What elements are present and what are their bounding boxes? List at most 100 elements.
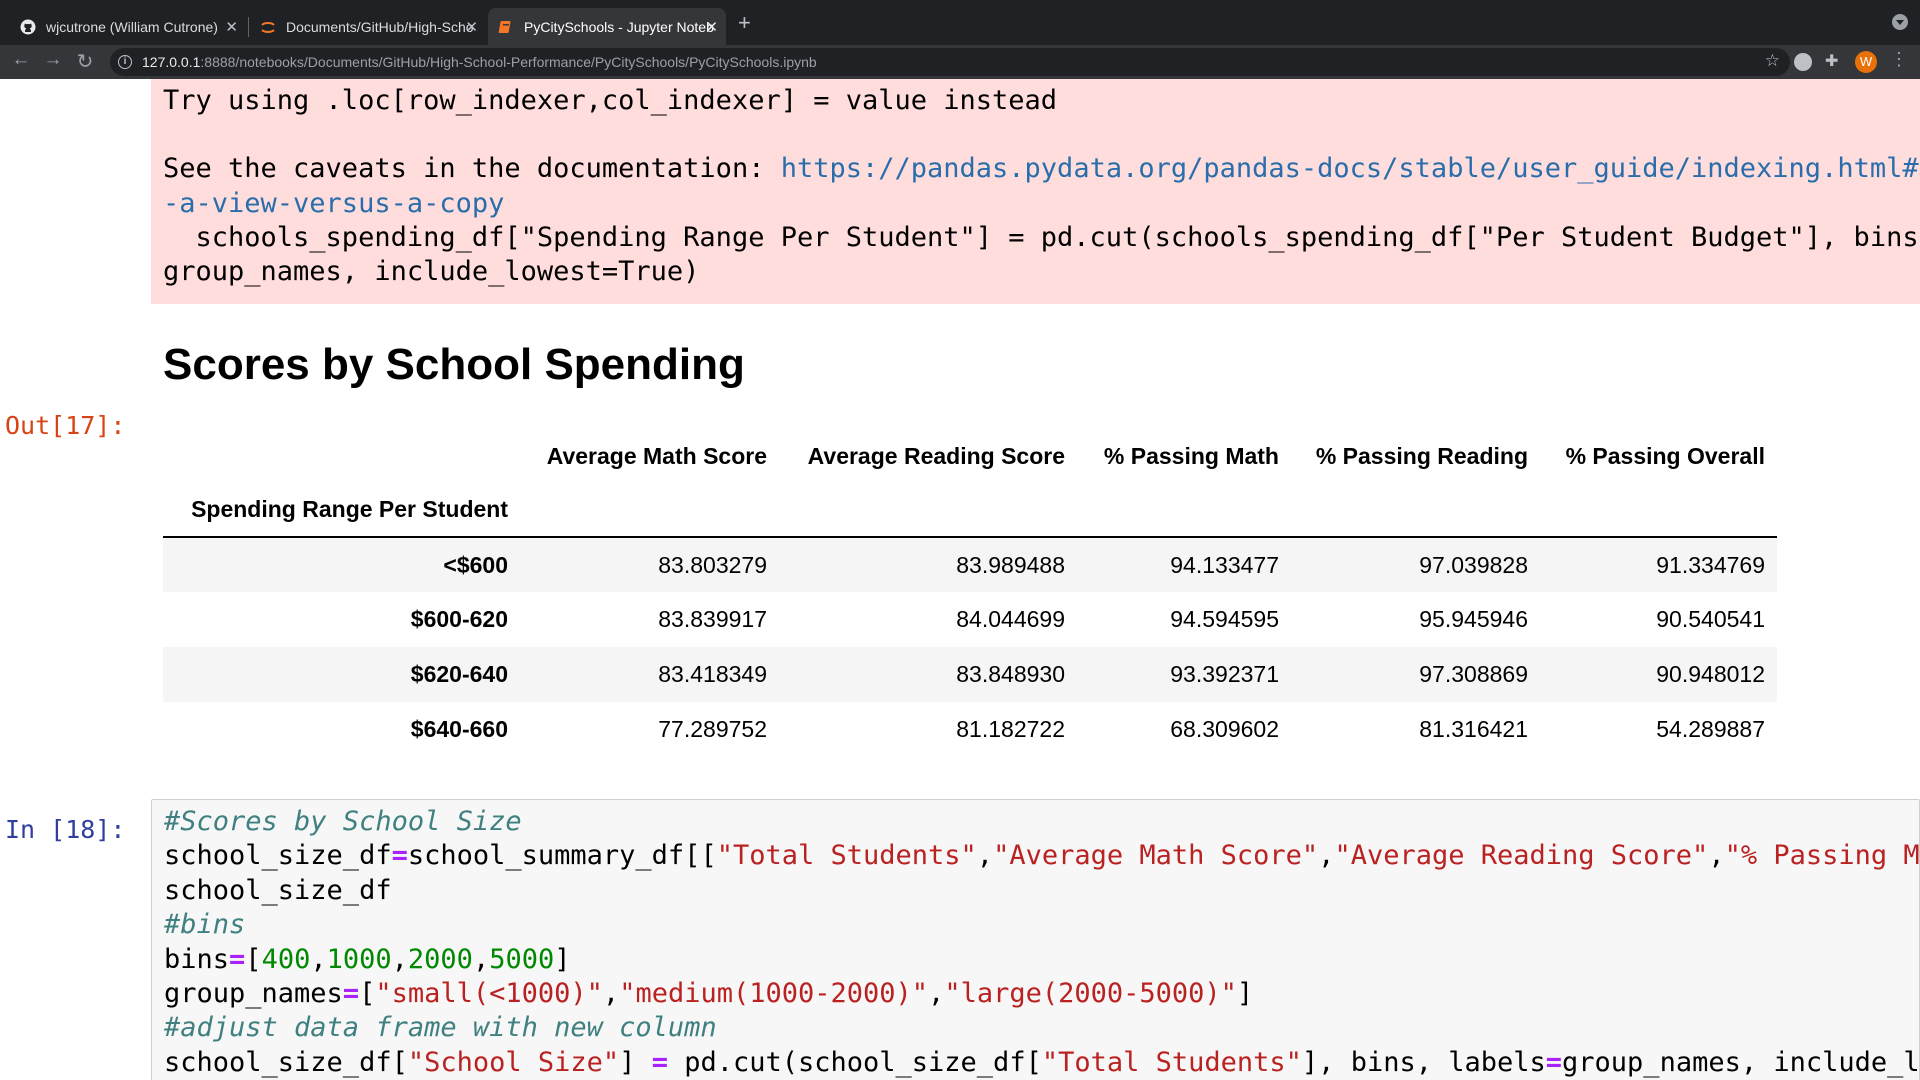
profile-avatar[interactable]: W <box>1855 51 1877 73</box>
forward-icon[interactable]: → <box>40 49 66 71</box>
jupyter-icon <box>261 21 275 33</box>
warning-output: Try using .loc[row_indexer,col_indexer] … <box>151 79 1920 304</box>
code-token: 400 <box>261 943 311 975</box>
row-index: $640-660 <box>410 716 508 742</box>
code-token: , <box>310 943 327 975</box>
reload-icon[interactable]: ↻ <box>72 49 98 74</box>
notebook-area: Try using .loc[row_indexer,col_indexer] … <box>0 79 1920 1080</box>
warning-code-line: group_names, include_lowest=True) <box>163 256 700 287</box>
table-cell: 97.308869 <box>1419 661 1528 687</box>
index-name-header: Spending Range Per Student <box>163 483 520 538</box>
tab-title: wjcutrone (William Cutrone) <box>46 18 218 35</box>
warning-caveats-line: See the caveats in the documentation: ht… <box>163 153 1920 184</box>
code-token: group_names, include_lowest <box>1562 1046 1920 1078</box>
warning-line: Try using .loc[row_indexer,col_indexer] … <box>163 85 1058 116</box>
close-tab-icon[interactable]: ✕ <box>465 18 478 36</box>
profile-initial: W <box>1859 54 1873 69</box>
table-cell: 81.316421 <box>1419 716 1528 742</box>
code-token: = <box>229 943 246 975</box>
code-token: = <box>1545 1046 1563 1078</box>
code-token: , <box>1708 840 1725 872</box>
tab-search-icon[interactable] <box>1892 14 1908 30</box>
code-token: [ <box>245 943 262 975</box>
table-row: $620-640 83.418349 83.848930 93.392371 9… <box>163 647 1777 702</box>
code-token: ], bins, labels <box>1301 1046 1546 1078</box>
table-cell: 90.540541 <box>1656 606 1765 632</box>
code-token: 5000 <box>489 943 555 975</box>
table-cell: 83.418349 <box>658 661 767 687</box>
chrome-menu-icon[interactable]: ⋮ <box>1886 49 1912 70</box>
code-token: school_summary_df[[ <box>407 840 717 872</box>
code-token: "small(<1000)" <box>375 978 603 1009</box>
url-path: :8888/notebooks/Documents/GitHub/High-Sc… <box>200 54 817 70</box>
row-index: $600-620 <box>410 606 508 632</box>
code-token: , <box>928 978 945 1009</box>
tab-github-profile[interactable]: wjcutrone (William Cutrone) ✕ <box>10 8 246 45</box>
bookmark-star-icon[interactable]: ☆ <box>1765 51 1780 71</box>
code-line[interactable]: bins=[400,1000,2000,5000] <box>164 944 571 975</box>
code-line[interactable]: #Scores by School Size <box>164 806 522 837</box>
code-token: "% Passing Math" <box>1724 840 1920 872</box>
table-cell: 54.289887 <box>1656 716 1765 742</box>
code-token: "medium(1000-2000)" <box>619 978 929 1009</box>
table-cell: 94.594595 <box>1170 606 1279 632</box>
code-token: #bins <box>164 909 246 941</box>
back-icon[interactable]: ← <box>8 49 34 71</box>
github-icon <box>20 19 36 34</box>
code-token: school_size_df <box>164 874 392 906</box>
code-token: "large(2000-5000)" <box>944 978 1237 1009</box>
column-header: % Passing Overall <box>1565 442 1765 469</box>
table-cell: 90.948012 <box>1656 661 1765 687</box>
code-line[interactable]: school_size_df["School Size"] = pd.cut(s… <box>164 1046 1920 1078</box>
code-token: school_size_df[ <box>164 1046 408 1078</box>
code-token: ] <box>1236 978 1254 1009</box>
code-line[interactable]: school_size_df=school_summary_df[["Total… <box>164 840 1920 872</box>
dataframe-table: Average Math Score Average Reading Score… <box>163 429 1777 757</box>
close-tab-icon[interactable]: ✕ <box>225 18 238 36</box>
table-row: $640-660 77.289752 81.182722 68.309602 8… <box>163 702 1777 757</box>
table-cell: 93.392371 <box>1170 661 1279 687</box>
blank-header-cell <box>163 429 520 483</box>
close-tab-icon[interactable]: ✕ <box>705 18 718 36</box>
extension-s-icon[interactable] <box>1794 53 1812 71</box>
code-token: "Total Students" <box>716 840 977 872</box>
code-token: pd.cut(school_size_df[ <box>667 1046 1042 1078</box>
code-token: , <box>472 943 490 975</box>
code-token: bins <box>164 943 230 975</box>
code-token: ] <box>554 943 571 975</box>
table-row: $600-620 83.839917 84.044699 94.594595 9… <box>163 592 1777 647</box>
url-text[interactable]: 127.0.0.1:8888/notebooks/Documents/GitHu… <box>142 54 817 70</box>
new-tab-button[interactable]: + <box>738 10 751 36</box>
code-token: "Total Students" <box>1041 1046 1302 1078</box>
site-info-icon[interactable]: i <box>118 55 132 69</box>
table-cell: 83.989488 <box>956 551 1065 578</box>
extensions-puzzle-icon[interactable]: ✚ <box>1825 51 1843 70</box>
code-line[interactable]: #bins <box>164 909 245 940</box>
code-token: 1000 <box>326 943 392 975</box>
code-token: ] <box>619 1046 652 1078</box>
code-token: [ <box>359 978 376 1009</box>
documentation-link[interactable]: https://pandas.pydata.org/pandas-docs/st… <box>781 153 1920 184</box>
code-token: "Average Reading Score" <box>1334 840 1709 872</box>
code-token: 2000 <box>407 943 473 975</box>
code-line[interactable]: school_size_df <box>164 875 392 906</box>
notebook-icon <box>498 20 511 33</box>
address-bar[interactable]: i 127.0.0.1:8888/notebooks/Documents/Git… <box>110 48 1790 76</box>
warning-code-line: schools_spending_df["Spending Range Per … <box>163 222 1920 253</box>
code-token: , <box>1318 840 1335 872</box>
tab-title: PyCitySchools - Jupyter Noteb <box>524 18 714 35</box>
column-header-row: Average Math Score Average Reading Score… <box>163 429 1777 483</box>
code-token: group_names <box>164 978 343 1009</box>
documentation-link-continued[interactable]: -a-view-versus-a-copy <box>163 188 504 219</box>
markdown-heading: Scores by School Spending <box>163 340 745 389</box>
browser-toolbar: ← → ↻ i 127.0.0.1:8888/notebooks/Documen… <box>0 45 1920 79</box>
code-token: "School Size" <box>407 1046 620 1078</box>
code-token: "Average Math Score" <box>993 840 1319 872</box>
dataframe-output: Average Math Score Average Reading Score… <box>163 429 1777 757</box>
tab-pycityschools-notebook[interactable]: PyCitySchools - Jupyter Noteb ✕ <box>488 8 726 45</box>
tab-jupyter-tree[interactable]: Documents/GitHub/High-Scho ✕ <box>250 8 486 45</box>
code-line[interactable]: #adjust data frame with new column <box>164 1012 717 1043</box>
column-header: % Passing Math <box>1103 442 1279 469</box>
code-cell-editor[interactable]: #Scores by School Size school_size_df=sch… <box>151 799 1920 1080</box>
code-line[interactable]: group_names=["small(<1000)","medium(1000… <box>164 978 1253 1009</box>
